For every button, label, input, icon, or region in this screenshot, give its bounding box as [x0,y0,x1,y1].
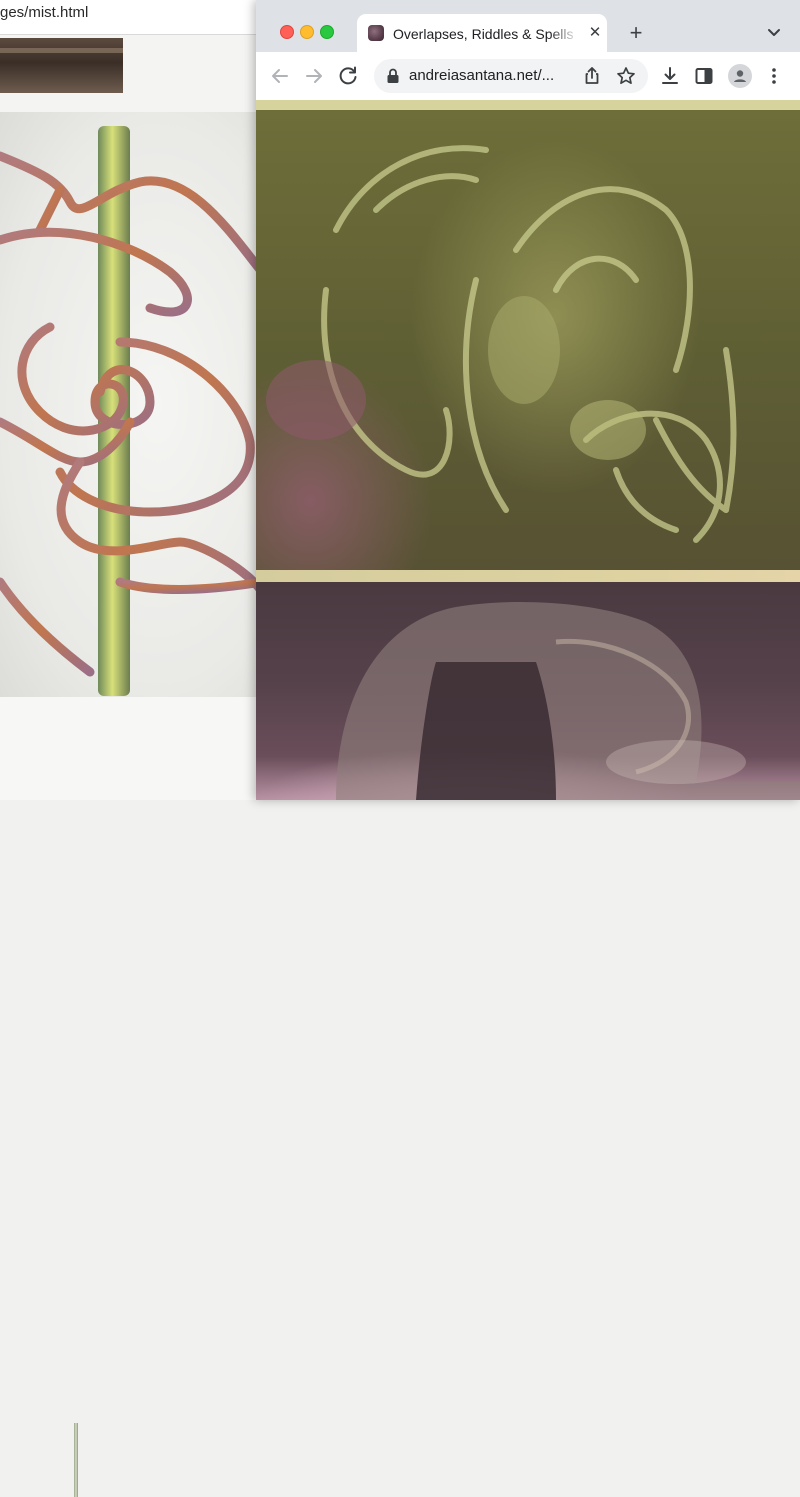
stone-sculpture-illustration [336,602,800,800]
share-icon[interactable] [580,64,604,88]
zoom-window-button[interactable] [320,25,334,39]
close-window-button[interactable] [280,25,294,39]
tab-title: Overlapses, Riddles & Spells [393,26,579,42]
profile-icon[interactable] [728,64,752,88]
download-icon[interactable] [658,64,682,88]
browser-window: Overlapses, Riddles & Spells ✕ + andreia… [256,0,800,800]
page-content [256,100,800,800]
tab-active[interactable]: Overlapses, Riddles & Spells ✕ [357,14,607,52]
address-bar[interactable]: andreiasantana.net/... [374,59,648,93]
tab-close-icon[interactable]: ✕ [585,23,605,43]
artwork-image-top [256,110,800,570]
background-sculpture-image [0,112,262,697]
new-tab-button[interactable]: + [624,21,648,45]
kebab-menu-icon[interactable] [762,64,786,88]
site-favicon-icon [368,25,384,41]
background-thin-rod [74,1423,78,1497]
star-icon[interactable] [614,64,638,88]
background-thumbnail-image [0,38,123,93]
address-bar-url: andreiasantana.net/... [409,67,555,84]
side-panel-icon[interactable] [692,64,716,88]
wire-curves [0,151,262,677]
chevron-down-icon[interactable] [764,22,784,42]
lock-icon[interactable] [386,68,400,84]
back-arrow-icon[interactable] [268,64,292,88]
browser-toolbar: andreiasantana.net/... [256,52,800,100]
background-url-text: ges/mist.html [0,4,89,21]
panel-divider [256,570,800,582]
top-band [256,100,800,110]
masked-figure-illustration [266,145,737,543]
minimize-window-button[interactable] [300,25,314,39]
reload-icon[interactable] [336,64,360,88]
background-address-bar[interactable]: ges/mist.html [0,0,262,35]
sculpture-illustration [0,126,262,696]
forward-arrow-icon[interactable] [302,64,326,88]
tab-strip: Overlapses, Riddles & Spells ✕ + [256,0,800,52]
artwork-image-bottom [256,582,800,800]
background-lower-area [0,697,262,1497]
